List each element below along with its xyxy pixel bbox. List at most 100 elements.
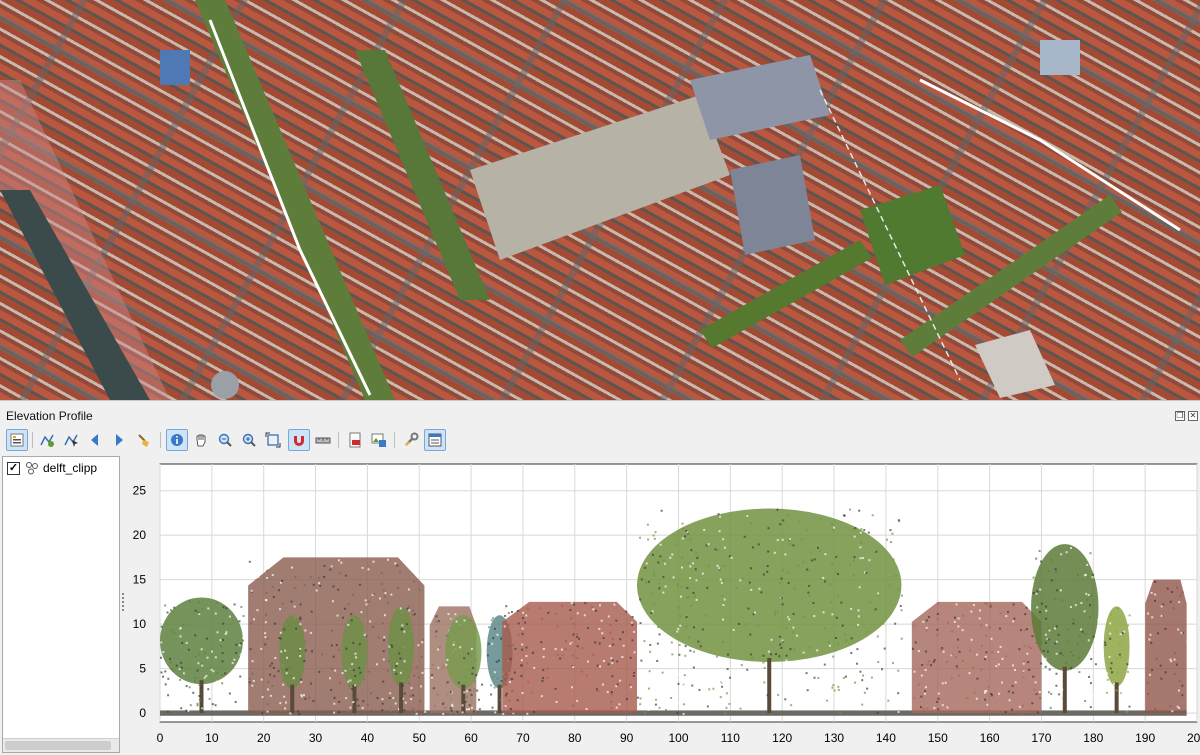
point-sample xyxy=(913,696,916,699)
point-sample xyxy=(972,604,975,607)
point-sample xyxy=(647,580,650,583)
point-sample xyxy=(381,702,384,705)
map-canvas[interactable] xyxy=(0,0,1200,400)
nudge-right-button[interactable] xyxy=(108,429,130,451)
point-sample xyxy=(1173,658,1176,661)
point-sample xyxy=(238,644,241,647)
layer-tree-toggle-icon xyxy=(10,433,24,447)
point-sample xyxy=(491,706,494,709)
point-sample xyxy=(164,670,167,673)
point-sample xyxy=(656,660,659,663)
point-sample xyxy=(350,619,353,622)
point-sample xyxy=(824,580,827,583)
settings-wrench-button[interactable] xyxy=(400,429,422,451)
capture-curve-button[interactable] xyxy=(36,429,58,451)
point-sample xyxy=(758,671,761,674)
point-sample xyxy=(369,620,372,623)
point-sample xyxy=(823,663,826,666)
point-sample xyxy=(446,681,449,684)
point-sample xyxy=(576,635,579,638)
point-sample xyxy=(1169,705,1172,708)
point-sample xyxy=(293,605,296,608)
point-sample xyxy=(571,654,574,657)
layer-row-delft-clipp[interactable]: ✓ delft_clipp xyxy=(7,460,97,476)
zoom-full-button[interactable] xyxy=(262,429,284,451)
pan-button[interactable] xyxy=(190,429,212,451)
point-sample xyxy=(870,676,873,679)
point-sample xyxy=(367,568,370,571)
horizontal-scrollbar[interactable] xyxy=(3,738,119,752)
point-sample xyxy=(216,693,219,696)
point-sample xyxy=(616,660,619,663)
point-sample xyxy=(776,539,779,542)
point-sample xyxy=(961,614,964,617)
options-panel-button[interactable] xyxy=(424,429,446,451)
point-sample xyxy=(684,654,687,657)
point-sample xyxy=(162,651,165,654)
elevation-profile-chart[interactable]: 0 10 20 30 40 50 60 70 80 90 100 110 120 130 140 150 160… xyxy=(126,456,1200,755)
point-sample xyxy=(560,648,563,651)
point-sample xyxy=(640,578,643,581)
identify-button[interactable] xyxy=(166,429,188,451)
point-sample xyxy=(1109,637,1112,640)
point-sample xyxy=(826,699,829,702)
point-sample xyxy=(701,628,704,631)
point-sample xyxy=(407,588,410,591)
point-sample xyxy=(704,614,707,617)
point-sample xyxy=(606,691,609,694)
point-sample xyxy=(525,655,528,658)
point-sample xyxy=(805,529,808,532)
layer-tree-toggle-button[interactable] xyxy=(6,429,28,451)
point-sample xyxy=(267,681,270,684)
point-sample xyxy=(249,648,252,651)
measure-distance-button[interactable] xyxy=(312,429,334,451)
point-sample xyxy=(338,681,341,684)
clear-curve-button[interactable] xyxy=(132,429,154,451)
point-sample xyxy=(403,660,406,663)
layer-visibility-checkbox[interactable]: ✓ xyxy=(7,461,20,475)
point-sample xyxy=(235,643,238,646)
export-image-button[interactable] xyxy=(368,429,390,451)
point-sample xyxy=(491,710,494,713)
point-sample xyxy=(792,626,795,629)
point-sample xyxy=(788,543,791,546)
point-sample xyxy=(521,691,524,694)
point-sample xyxy=(1044,665,1047,668)
export-pdf-button[interactable] xyxy=(344,429,366,451)
point-sample xyxy=(1089,682,1092,685)
point-sample xyxy=(465,690,468,693)
point-sample xyxy=(874,608,877,611)
point-sample xyxy=(251,660,254,663)
zoom-x-button[interactable] xyxy=(214,429,236,451)
point-sample xyxy=(499,698,502,701)
point-sample xyxy=(1148,638,1151,641)
point-sample xyxy=(598,642,601,645)
point-sample xyxy=(1089,604,1092,607)
point-sample xyxy=(1164,627,1167,630)
point-sample xyxy=(391,645,394,648)
round-building xyxy=(211,371,239,399)
point-sample xyxy=(1049,706,1052,709)
point-sample xyxy=(685,625,688,628)
tree-crown xyxy=(279,615,306,689)
panel-splitter-handle[interactable] xyxy=(121,591,125,613)
nudge-left-button[interactable] xyxy=(84,429,106,451)
float-panel-button[interactable]: ❐ xyxy=(1175,411,1185,421)
point-sample xyxy=(600,619,603,622)
point-sample xyxy=(1025,606,1028,609)
point-sample xyxy=(619,638,622,641)
point-sample xyxy=(403,630,406,633)
capture-curve-from-feature-button[interactable] xyxy=(60,429,82,451)
point-sample xyxy=(652,534,655,537)
scrollbar-thumb[interactable] xyxy=(5,741,111,750)
point-sample xyxy=(505,692,508,695)
point-sample xyxy=(170,628,173,631)
close-panel-button[interactable]: ✕ xyxy=(1188,411,1198,421)
point-sample xyxy=(461,711,464,714)
x-tick-label: 80 xyxy=(568,731,582,745)
point-sample xyxy=(788,618,791,621)
zoom-button[interactable] xyxy=(238,429,260,451)
snapping-button[interactable] xyxy=(288,429,310,451)
building-body xyxy=(1145,579,1187,714)
point-sample xyxy=(304,697,307,700)
